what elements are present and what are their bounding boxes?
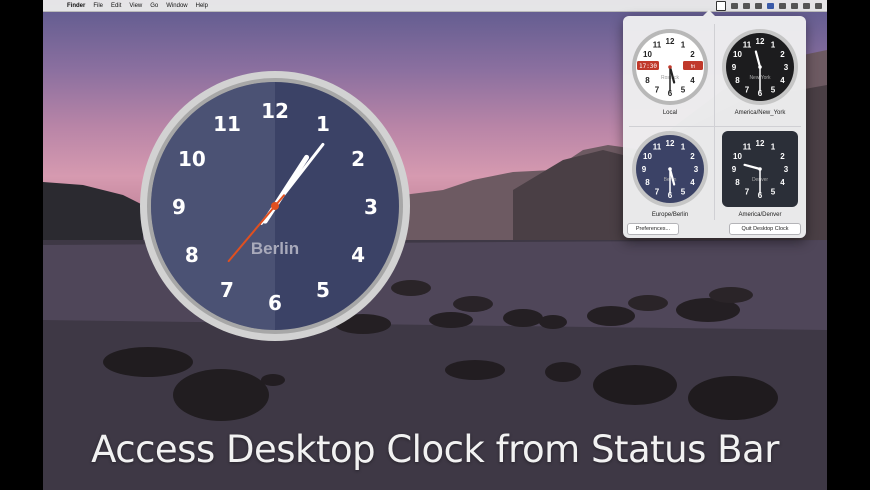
clock-numeral: 2 <box>780 152 785 161</box>
left-border <box>0 0 43 490</box>
clock-numeral: 3 <box>364 195 378 219</box>
timemachine-icon[interactable] <box>779 2 786 9</box>
menu-finder[interactable]: Finder <box>67 3 85 9</box>
desktop: Finder File Edit View Go Window Help 123… <box>43 0 827 490</box>
clock-numeral: 8 <box>645 178 650 187</box>
clock-numeral: 1 <box>771 40 776 49</box>
clock-cell-new-york[interactable]: 1 2 3 4 5 6 7 8 9 10 11 12 New York America/New_York <box>715 22 805 122</box>
user-icon[interactable] <box>791 2 798 9</box>
clock-numeral: 8 <box>645 76 650 85</box>
clock-numeral: 10 <box>733 152 742 161</box>
clock-numeral: 7 <box>745 86 750 95</box>
clock-cell-berlin[interactable]: 123456789101112Berlin Europe/Berlin <box>625 124 715 224</box>
clock-numeral: 5 <box>681 86 686 95</box>
berlin-clock-face: 123456789101112Berlin <box>632 131 708 207</box>
clock-numeral: 8 <box>735 76 740 85</box>
clock-numeral: 12 <box>261 99 289 123</box>
clock-numeral: 12 <box>756 139 765 148</box>
clock-numeral: 4 <box>780 178 785 187</box>
hand-pivot <box>271 202 279 210</box>
clock-numeral: 7 <box>655 188 660 197</box>
clock-numeral: 7 <box>655 86 660 95</box>
quit-button[interactable]: Quit Desktop Clock <box>729 223 801 235</box>
clock-cell-label: America/New_York <box>734 110 786 116</box>
clock-numeral: 11 <box>743 142 752 151</box>
clock-numeral: 3 <box>784 165 789 174</box>
clock-numeral: 9 <box>732 63 737 72</box>
clock-cell-label: Europe/Berlin <box>651 212 689 218</box>
clock-cell-label: America/Denver <box>738 212 782 218</box>
clock-numeral: 2 <box>351 147 365 171</box>
digital-time: 17:30 <box>639 63 657 70</box>
clock-numeral: 8 <box>185 243 199 267</box>
clock-numeral: 2 <box>690 50 695 59</box>
menu-view[interactable]: View <box>129 3 142 9</box>
menu-help[interactable]: Help <box>196 3 208 9</box>
clock-numeral: 7 <box>745 188 750 197</box>
clock-cell-label: Local <box>662 110 678 116</box>
clock-numeral: 11 <box>743 40 752 49</box>
preferences-button[interactable]: Preferences... <box>627 223 679 235</box>
clock-numeral: 4 <box>690 178 695 187</box>
clock-numeral: 12 <box>756 37 765 46</box>
clock-numeral: 11 <box>213 112 241 136</box>
denver-clock-face: 123456789101112Denver <box>722 131 798 207</box>
clock-numeral: 3 <box>694 165 699 174</box>
clock-numeral: 4 <box>690 76 695 85</box>
clock-numeral: 12 <box>666 139 675 148</box>
clock-numeral: 3 <box>784 63 789 72</box>
clock-numeral: 10 <box>733 50 742 59</box>
right-border <box>827 0 870 490</box>
battery-icon[interactable] <box>743 2 750 9</box>
local-clock-face: 123456789101112Rostock17:30fri <box>632 29 708 105</box>
clock-numeral: 5 <box>681 188 686 197</box>
promo-caption: Access Desktop Clock from Status Bar <box>91 428 779 471</box>
clock-numeral: 1 <box>316 112 330 136</box>
clock-numeral: 12 <box>666 37 675 46</box>
status-bar-icons <box>716 0 827 11</box>
clock-numeral: 9 <box>732 165 737 174</box>
clock-numeral: 2 <box>780 50 785 59</box>
clock-numeral: 5 <box>316 278 330 302</box>
clock-numeral: 6 <box>268 291 282 315</box>
clock-numeral: 5 <box>771 188 776 197</box>
spotlight-search-icon[interactable] <box>803 2 810 9</box>
clock-cell-local[interactable]: 123456789101112Rostock17:30fri Local <box>625 22 715 122</box>
menu-go[interactable]: Go <box>150 3 158 9</box>
clock-numeral: 1 <box>681 40 686 49</box>
wifi-icon[interactable] <box>755 2 762 9</box>
clock-numeral: 7 <box>220 278 234 302</box>
volume-icon[interactable] <box>731 2 738 9</box>
clock-numeral: 10 <box>643 50 652 59</box>
new-york-clock-face: 1234567891011 12New York <box>722 29 798 105</box>
clock-numeral: 8 <box>735 178 740 187</box>
menu-window[interactable]: Window <box>166 3 187 9</box>
menu-edit[interactable]: Edit <box>111 3 121 9</box>
clock-numeral: 4 <box>780 76 785 85</box>
desktop-clock-status-icon[interactable] <box>716 0 726 11</box>
desktop-clock-popover: 123456789101112Rostock17:30fri Local 123… <box>623 10 806 238</box>
clock-numeral: 4 <box>351 243 365 267</box>
clock-cell-denver[interactable]: 123456789101112Denver America/Denver <box>715 124 805 224</box>
clock-numeral: 2 <box>690 152 695 161</box>
flag-icon[interactable] <box>767 2 774 9</box>
day-badge: fri <box>691 64 695 70</box>
desktop-clock-widget[interactable]: 123456789101112 Berlin <box>139 70 411 342</box>
clock-numeral: 10 <box>178 147 206 171</box>
clock-numeral: 5 <box>771 86 776 95</box>
clock-numeral: 9 <box>642 165 647 174</box>
notification-center-icon[interactable] <box>815 2 822 9</box>
menu-file[interactable]: File <box>93 3 103 9</box>
clock-city-label: Berlin <box>251 239 299 258</box>
clock-numeral: 11 <box>653 40 662 49</box>
clock-numeral: 9 <box>172 195 186 219</box>
clock-numeral: 1 <box>681 142 686 151</box>
clock-numeral: 10 <box>643 152 652 161</box>
clock-numeral: 11 <box>653 142 662 151</box>
clock-numeral: 1 <box>771 142 776 151</box>
